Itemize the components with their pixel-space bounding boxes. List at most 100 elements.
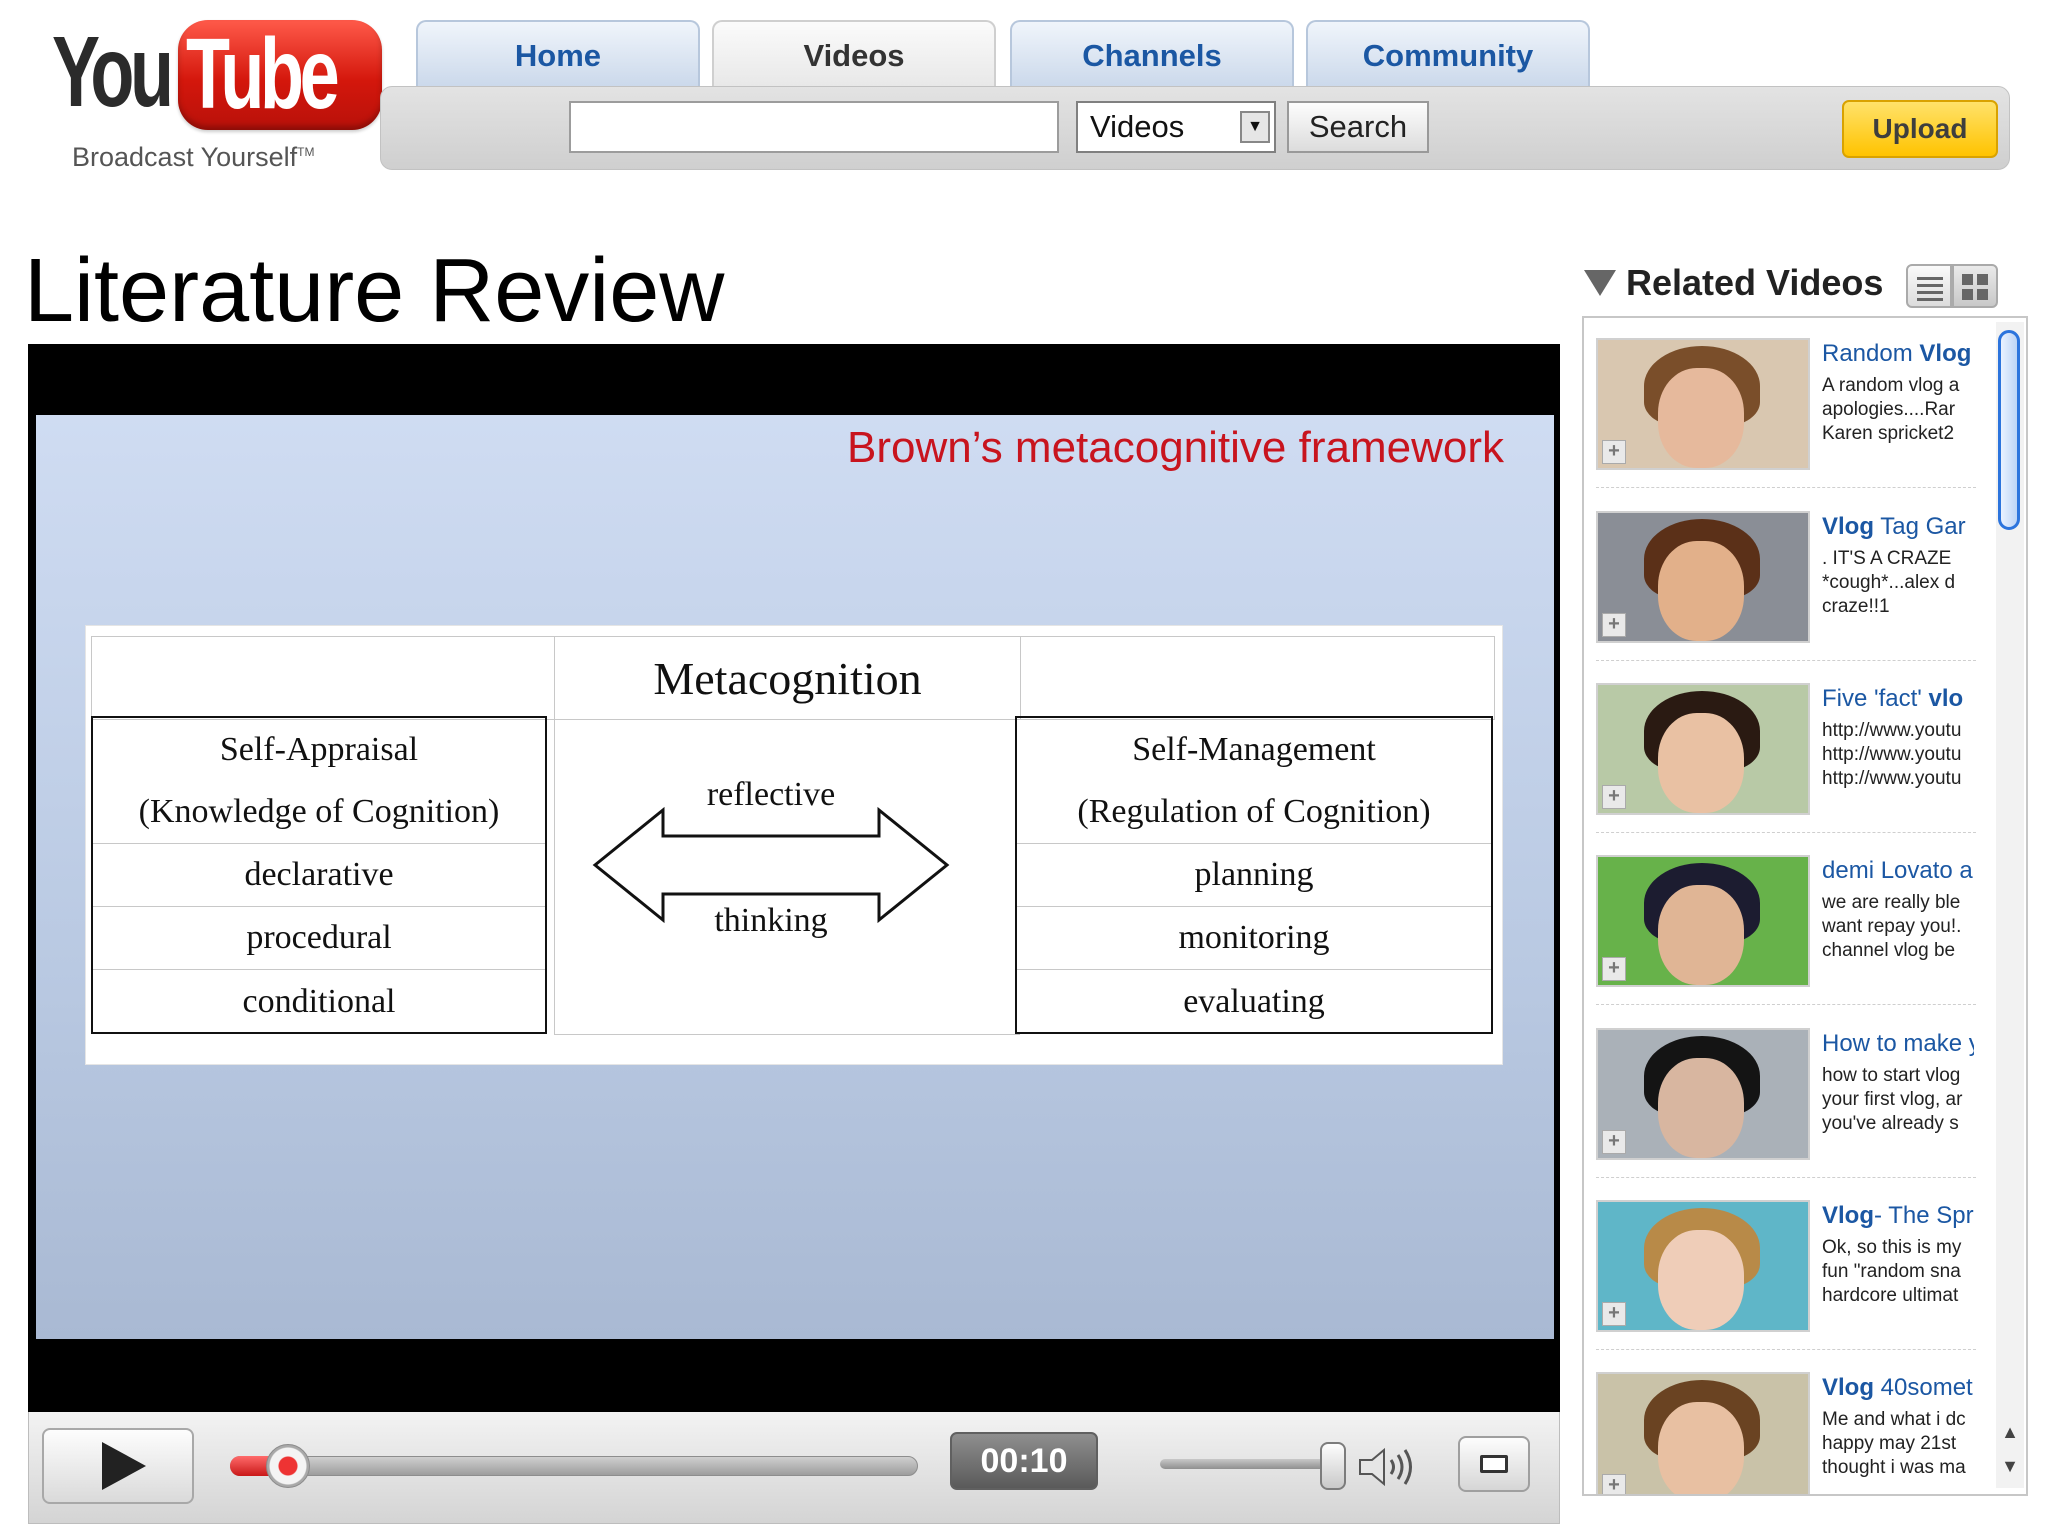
thumbnail-face [1658,1402,1744,1494]
title-part: - The Spr [1874,1202,1974,1229]
video-thumbnail[interactable]: + [1596,1372,1810,1494]
related-video-item[interactable]: + Vlog- The Spr Ok, so this is my fun "rand… [1596,1190,1976,1350]
related-video-title[interactable]: Vlog- The Spr [1822,1202,1974,1230]
add-to-quicklist-icon[interactable]: + [1602,1302,1626,1326]
framework-title: Metacognition [653,652,922,704]
add-to-quicklist-icon[interactable]: + [1602,613,1626,637]
fullscreen-button[interactable] [1458,1436,1530,1492]
add-to-quicklist-icon[interactable]: + [1602,1474,1626,1494]
grid-view-button[interactable] [1952,264,1998,308]
list-icon-line [1917,298,1943,301]
video-thumbnail[interactable]: + [1596,855,1810,987]
upload-button[interactable]: Upload [1842,100,1998,158]
related-videos-label: Related Videos [1626,262,1884,303]
play-button[interactable] [42,1428,194,1504]
table-cell: conditional [242,982,396,1020]
logo-word-you: You [52,16,174,128]
time-display: 00:10 [950,1432,1098,1490]
collapse-triangle-icon[interactable] [1584,270,1616,296]
add-to-quicklist-icon[interactable]: + [1602,785,1626,809]
related-video-text: How to make y TODAY! how to start vlog you… [1822,1030,1974,1136]
title-part: Tag Gar [1874,513,1966,540]
video-thumbnail[interactable]: + [1596,511,1810,643]
thumbnail-face [1658,1058,1744,1158]
related-video-description-line: how to start vlog [1822,1065,1961,1086]
related-video-description-line: Ok, so this is my [1822,1237,1962,1258]
related-video-description-line: http://www.youtu [1822,768,1962,789]
related-video-text: Vlog Tag Gar . IT'S A CRAZE *cough*...alex… [1822,513,1974,619]
volume-slider[interactable] [1160,1459,1340,1469]
related-video-description-line: we are really ble [1822,892,1961,913]
category-selected-value: Videos [1090,109,1185,144]
related-video-description-line: your first vlog, ar [1822,1089,1963,1110]
video-thumbnail[interactable]: + [1596,1200,1810,1332]
related-video-title[interactable]: Vlog 40somet [1822,1374,1974,1402]
add-to-quicklist-icon[interactable]: + [1602,440,1626,464]
list-icon-line [1917,291,1943,294]
scroll-up-arrow-icon[interactable]: ▲ [2000,1422,2020,1446]
seek-bar[interactable] [230,1456,918,1476]
related-video-item[interactable]: + How to make y TODAY! how to start vlog yo… [1596,1018,1976,1178]
related-video-item[interactable]: + Vlog Tag Gar . IT'S A CRAZE *cough*...ale… [1596,501,1976,661]
trademark-mark: TM [297,145,315,159]
related-video-description-line: channel vlog be [1822,940,1956,961]
title-part: How to make y [1822,1030,1974,1057]
video-thumbnail[interactable]: + [1596,1028,1810,1160]
list-icon-line [1917,284,1943,287]
grid-icon-cell [1977,289,1988,300]
list-view-button[interactable] [1906,264,1952,308]
tab-channels[interactable]: Channels [1010,20,1294,90]
logo-tagline: Broadcast YourselfTM [72,142,314,173]
title-part-bold: Vlog [1919,340,1972,367]
related-videos-heading[interactable]: Related Videos [1584,262,1883,304]
related-video-title[interactable]: How to make y TODAY! [1822,1030,1974,1058]
youtube-logo[interactable]: You Tube Broadcast YourselfTM [48,14,382,172]
related-video-text: Vlog 40somet Me and what i dc happy may 21… [1822,1374,1974,1480]
tab-community[interactable]: Community [1306,20,1590,90]
related-video-description-line: happy may 21st [1822,1433,1957,1454]
speaker-icon[interactable] [1356,1444,1416,1490]
slide-subtitle: Brown’s metacognitive framework [847,423,1504,472]
dropdown-arrow-icon[interactable]: ▼ [1240,111,1270,143]
related-video-title[interactable]: Vlog Tag Gar [1822,513,1974,541]
table-cell: (Regulation of Cognition) [1017,781,1491,844]
arrow-label-bottom: thinking [714,902,828,939]
related-video-description-line: Me and what i dc [1822,1409,1966,1430]
related-video-title[interactable]: Random Vlog [1822,340,1974,368]
tab-videos[interactable]: Videos [712,20,996,90]
related-video-title[interactable]: demi Lovato a [1822,857,1974,885]
list-icon-line [1917,277,1943,280]
add-to-quicklist-icon[interactable]: + [1602,957,1626,981]
grid-icon-cell [1962,274,1973,285]
video-frame-slide: Brown’s metacognitive framework Metacogn… [36,415,1554,1339]
add-to-quicklist-icon[interactable]: + [1602,1130,1626,1154]
table-cell: evaluating [1183,982,1325,1020]
scroll-down-arrow-icon[interactable]: ▼ [2000,1456,2020,1480]
table-cell: Self-Management [1132,730,1376,768]
related-video-title[interactable]: Five 'fact' vlo [1822,685,1974,713]
related-video-item[interactable]: + Vlog 40somet Me and what i dc happy may 2… [1596,1362,1976,1494]
video-thumbnail[interactable]: + [1596,683,1810,815]
search-button[interactable]: Search [1287,101,1429,153]
related-video-description-line: A random vlog a [1822,375,1960,396]
table-cell: Self-Appraisal [219,730,419,768]
related-video-item[interactable]: + demi Lovato a we are really ble want repa… [1596,845,1976,1005]
related-video-item[interactable]: + Five 'fact' vlo http://www.youtu http://w… [1596,673,1976,833]
category-select[interactable]: Videos ▼ [1076,101,1276,153]
title-part-bold: Vlog [1822,1374,1874,1401]
related-video-item[interactable]: + Random Vlog A random vlog a apologies....… [1596,328,1976,488]
table-cell: monitoring [1017,907,1491,970]
related-video-description-line: hardcore ultimat [1822,1285,1959,1306]
search-input[interactable] [569,101,1059,153]
video-thumbnail[interactable]: + [1596,338,1810,470]
page-title: Literature Review [24,241,725,341]
related-scrollbar-thumb[interactable] [1998,330,2020,530]
self-management-column: Self-Management (Regulation of Cognition… [1015,716,1493,1034]
volume-handle[interactable] [1320,1442,1346,1490]
seek-handle[interactable] [266,1444,310,1488]
tab-home[interactable]: Home [416,20,700,90]
related-video-description-line: you've already s [1822,1113,1959,1134]
title-part: 40somet [1874,1374,1973,1401]
title-part-bold: vlo [1928,685,1964,712]
table-divider [1020,636,1021,720]
